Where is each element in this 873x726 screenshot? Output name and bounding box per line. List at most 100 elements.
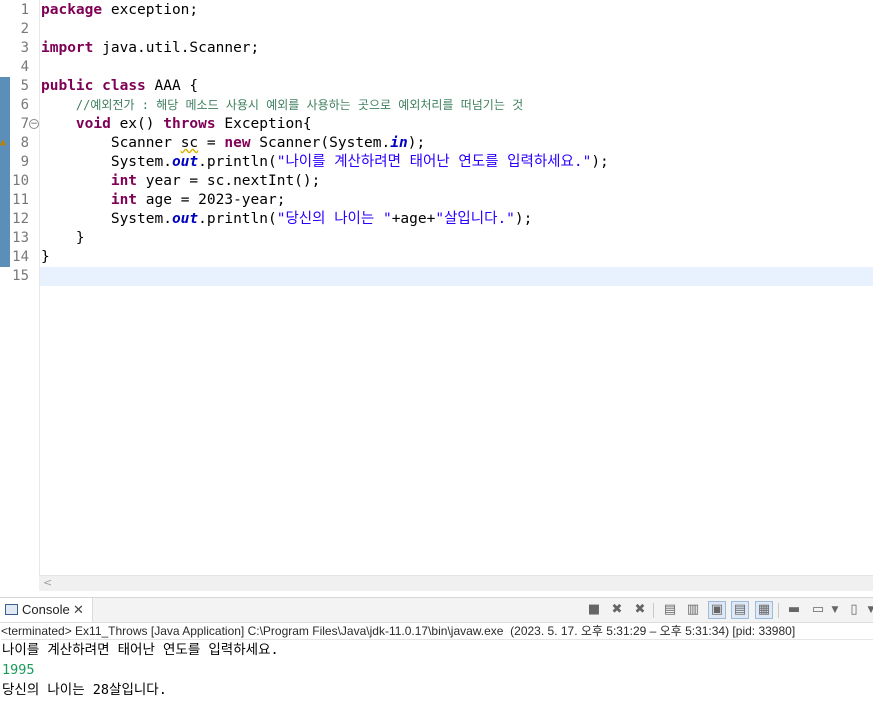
- warning-icon[interactable]: ▲: [0, 137, 10, 149]
- code-line[interactable]: 15: [0, 267, 873, 286]
- code-token: out: [171, 154, 199, 170]
- code-token: );: [591, 154, 609, 170]
- code-line[interactable]: 7− void ex() throws Exception{: [0, 115, 873, 134]
- tab-console-label: Console: [22, 602, 70, 617]
- code-text: System.out.println("당신의 나이는 "+age+"살입니다.…: [41, 210, 533, 229]
- line-number: 14: [12, 249, 29, 265]
- code-token: .println(: [198, 211, 277, 227]
- line-number: 5: [20, 78, 29, 94]
- toolbar-separator: [778, 603, 779, 618]
- code-token: ex(): [110, 116, 164, 132]
- code-token: );: [407, 135, 426, 151]
- console-process-status: <terminated> Ex11_Throws [Java Applicati…: [1, 623, 873, 640]
- code-line[interactable]: 5 public class AAA {: [0, 77, 873, 96]
- code-token: System.: [41, 154, 172, 170]
- code-text: int year = sc.nextInt();: [41, 172, 321, 191]
- keyword-token: void: [75, 116, 111, 132]
- code-line[interactable]: 8 ▲ Scanner sc = new Scanner(System.in);: [0, 134, 873, 153]
- code-text: void ex() throws Exception{: [41, 115, 312, 134]
- string-token: "나이를 계산하려면 태어난 연도를 입력하세요.": [276, 154, 592, 170]
- code-text: import java.util.Scanner;: [41, 39, 259, 58]
- console-view: Console ✕ ■ ✖ ✖ ▤ ▥ ▣ ▤ ▦ ▬ ▭ ▼ ▯ ▼ <ter…: [0, 597, 873, 726]
- terminate-icon[interactable]: ■: [585, 601, 603, 619]
- line-number: 12: [12, 211, 29, 227]
- code-line[interactable]: 1 package exception;: [0, 1, 873, 20]
- close-icon[interactable]: ✕: [73, 598, 84, 622]
- code-text: int age = 2023-year;: [41, 191, 286, 210]
- code-token: =: [198, 135, 225, 151]
- code-token: .println(: [198, 154, 277, 170]
- console-output-line: 당신의 나이는 28살입니다.: [2, 682, 167, 698]
- chevron-down-icon[interactable]: ▼: [862, 601, 873, 619]
- word-wrap-icon[interactable]: ▥: [684, 601, 702, 619]
- code-line[interactable]: 3 import java.util.Scanner;: [0, 39, 873, 58]
- remove-launch-icon[interactable]: ✖: [608, 601, 626, 619]
- code-token: in: [390, 135, 408, 151]
- string-token: "당신의 나이는 ": [276, 211, 392, 227]
- line-number: 1: [20, 2, 29, 18]
- open-console-icon[interactable]: ▭: [809, 601, 827, 619]
- code-line[interactable]: 12 System.out.println("당신의 나이는 "+age+"살입…: [0, 210, 873, 229]
- code-line[interactable]: 10 int year = sc.nextInt();: [0, 172, 873, 191]
- keyword-token: int: [110, 173, 138, 189]
- remove-all-icon[interactable]: ✖: [631, 601, 649, 619]
- string-token: "살입니다.": [435, 211, 515, 227]
- code-text: }: [41, 229, 85, 248]
- line-number: 8: [20, 135, 29, 151]
- line-number: 9: [20, 154, 29, 170]
- code-token: year = sc.nextInt();: [137, 173, 321, 189]
- keyword-token: public: [41, 78, 94, 94]
- code-token: AAA {: [145, 78, 199, 94]
- code-line[interactable]: 13 }: [0, 229, 873, 248]
- keyword-token: throws: [163, 116, 216, 132]
- scroll-left-icon[interactable]: <: [43, 576, 52, 590]
- code-token: System.: [41, 211, 172, 227]
- pin-console-icon[interactable]: ▦: [755, 601, 773, 619]
- code-line[interactable]: 2: [0, 20, 873, 39]
- code-line[interactable]: 11 int age = 2023-year;: [0, 191, 873, 210]
- line-number: 3: [20, 40, 29, 56]
- fold-toggle-icon[interactable]: −: [29, 119, 39, 129]
- code-line[interactable]: 4: [0, 58, 873, 77]
- view-menu-icon[interactable]: ▯: [845, 601, 863, 619]
- line-number: 13: [12, 230, 29, 246]
- code-token: age = 2023-year;: [137, 192, 286, 208]
- keyword-token: package: [41, 2, 103, 18]
- code-line[interactable]: 14}: [0, 248, 873, 267]
- code-token: Scanner(System.: [250, 135, 391, 151]
- code-token: sc: [180, 135, 199, 151]
- code-editor[interactable]: 1 package exception; 2 3 import java.util.Sc…: [0, 0, 873, 575]
- horizontal-scrollbar[interactable]: <: [39, 575, 873, 591]
- tab-console[interactable]: Console ✕: [0, 598, 93, 622]
- toolbar-separator: [653, 603, 654, 618]
- code-token: out: [171, 211, 199, 227]
- keyword-token: import: [41, 40, 94, 56]
- chevron-down-icon[interactable]: ▼: [826, 601, 844, 619]
- code-token: Scanner: [41, 135, 181, 151]
- line-number: 4: [20, 59, 29, 75]
- show-on-stderr-icon[interactable]: ▤: [731, 601, 749, 619]
- line-number: 10: [12, 173, 29, 189]
- display-console-icon[interactable]: ▬: [785, 601, 803, 619]
- code-line[interactable]: 9 System.out.println("나이를 계산하려면 태어난 연도를 …: [0, 153, 873, 172]
- code-token: Exception{: [215, 116, 312, 132]
- show-on-stdout-icon[interactable]: ▣: [708, 601, 726, 619]
- keyword-token: new: [224, 135, 251, 151]
- code-text: }: [41, 248, 50, 267]
- code-text: Scanner sc = new Scanner(System.in);: [41, 134, 425, 153]
- comment-token: //예외전가 : 해당 메소드 사용시 예외를 사용하는 곳으로 예외처리를 떠…: [75, 98, 524, 112]
- code-token: }: [41, 230, 85, 246]
- code-text: System.out.println("나이를 계산하려면 태어난 연도를 입력…: [41, 153, 609, 172]
- scroll-lock-icon[interactable]: ▤: [661, 601, 679, 619]
- line-number: 2: [20, 21, 29, 37]
- code-line[interactable]: 6 //예외전가 : 해당 메소드 사용시 예외를 사용하는 곳으로 예외처리를…: [0, 96, 873, 115]
- line-number: 11: [12, 192, 29, 208]
- keyword-token: class: [102, 78, 146, 94]
- code-token: );: [514, 211, 533, 227]
- code-text: public class AAA {: [41, 77, 198, 96]
- line-number: 15: [12, 268, 29, 284]
- console-icon: [5, 604, 18, 615]
